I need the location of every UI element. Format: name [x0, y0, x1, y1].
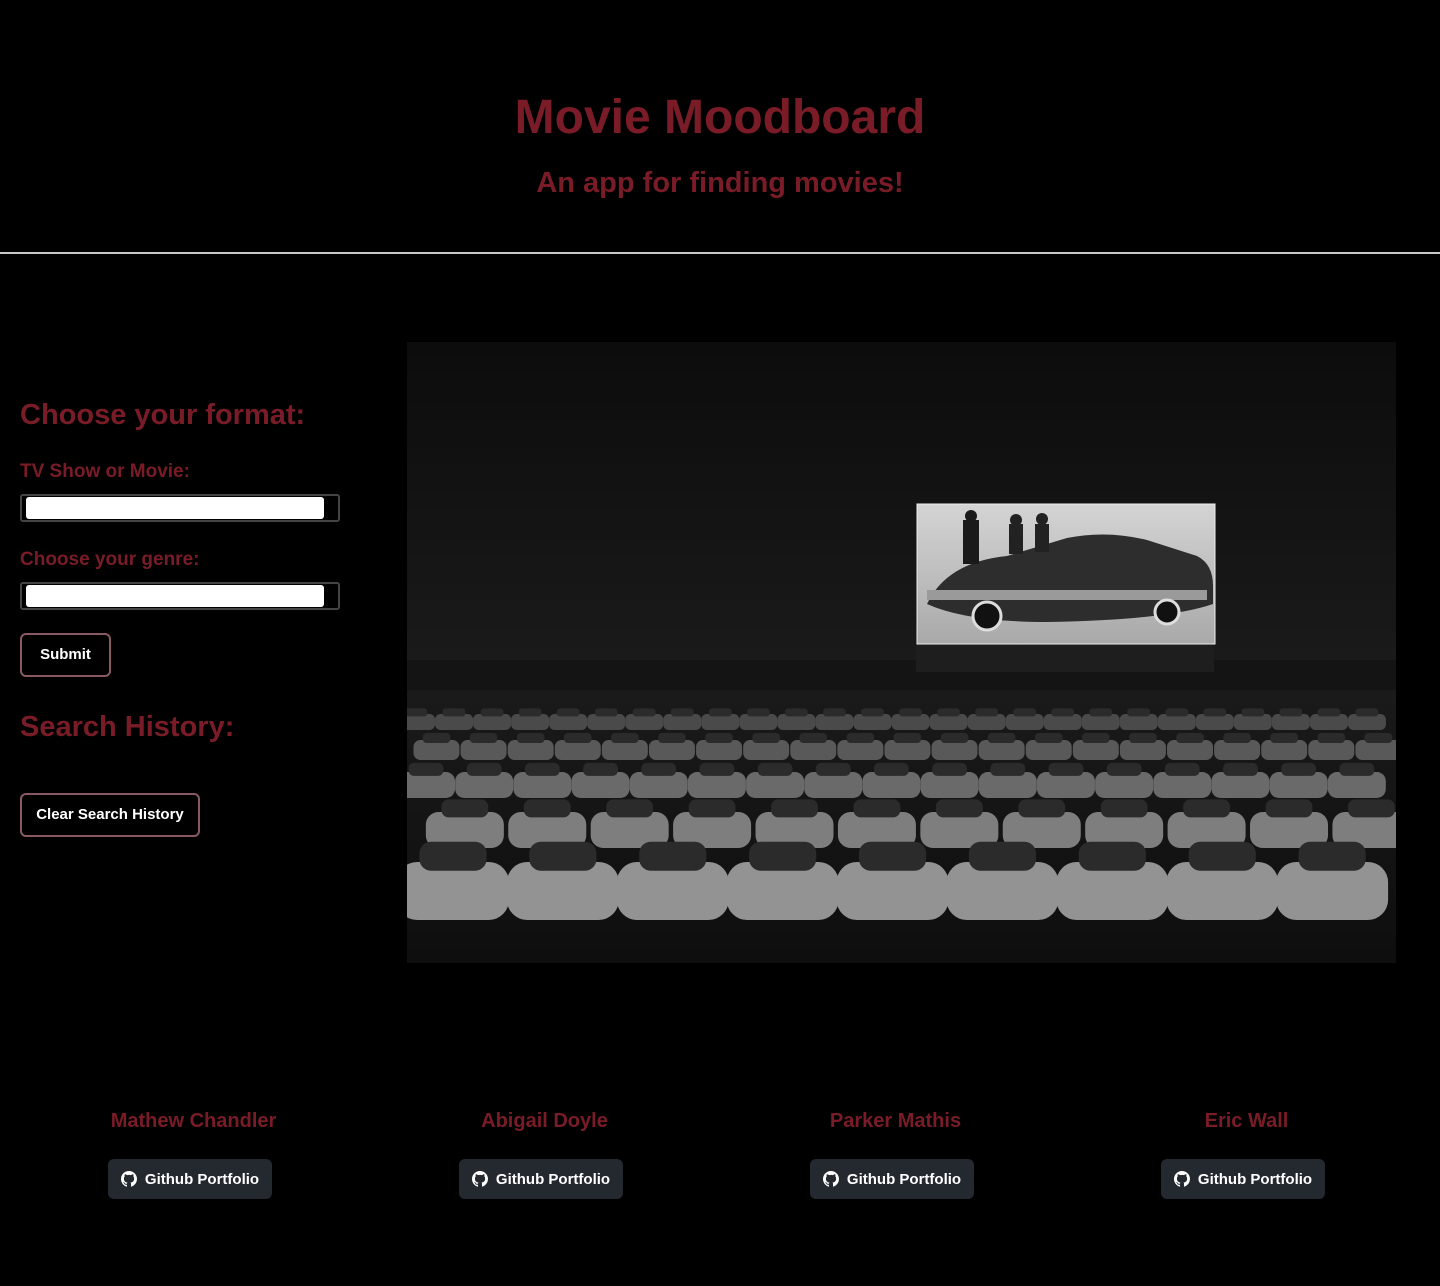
submit-button[interactable]: Submit — [20, 633, 111, 677]
team-footer: Mathew Chandler Github Portfolio Abigail… — [0, 1105, 1440, 1215]
github-icon — [1173, 1171, 1190, 1187]
github-icon — [471, 1171, 488, 1187]
page-header: Movie Moodboard An app for finding movie… — [0, 0, 1440, 252]
github-portfolio-label: Github Portfolio — [1197, 1170, 1313, 1188]
team-member: Parker Mathis — [720, 1105, 1071, 1137]
page-subtitle: An app for finding movies! — [536, 167, 904, 199]
team-member: Mathew Chandler — [18, 1105, 369, 1137]
format-input[interactable] — [26, 497, 324, 519]
genre-input-frame — [20, 582, 340, 610]
drive-in-theater-photo — [407, 342, 1396, 963]
member-name: Abigail Doyle — [481, 1110, 608, 1132]
page-title: Movie Moodboard — [514, 91, 926, 144]
search-history-heading: Search History: — [20, 711, 235, 743]
drive-in-theater-image — [407, 342, 1396, 963]
genre-input[interactable] — [26, 585, 324, 607]
github-portfolio-button[interactable]: Github Portfolio — [810, 1159, 974, 1199]
github-portfolio-label: Github Portfolio — [495, 1170, 611, 1188]
format-label: TV Show or Movie: — [20, 461, 190, 482]
github-portfolio-label: Github Portfolio — [144, 1170, 260, 1188]
member-name: Eric Wall — [1204, 1110, 1289, 1132]
format-input-frame — [20, 494, 340, 522]
github-icon — [822, 1171, 839, 1187]
github-icon — [120, 1171, 137, 1187]
github-portfolio-button[interactable]: Github Portfolio — [459, 1159, 623, 1199]
team-member: Eric Wall — [1071, 1105, 1422, 1137]
member-name: Mathew Chandler — [110, 1110, 277, 1132]
github-portfolio-label: Github Portfolio — [846, 1170, 962, 1188]
github-portfolio-button[interactable]: Github Portfolio — [108, 1159, 272, 1199]
format-heading: Choose your format: — [20, 399, 306, 431]
github-portfolio-button[interactable]: Github Portfolio — [1161, 1159, 1325, 1199]
search-form: Choose your format: TV Show or Movie: Ch… — [20, 395, 360, 837]
team-member: Abigail Doyle — [369, 1105, 720, 1137]
header-divider — [0, 252, 1440, 254]
member-name: Parker Mathis — [829, 1110, 962, 1132]
genre-label: Choose your genre: — [20, 549, 200, 570]
clear-history-button[interactable]: Clear Search History — [20, 793, 200, 837]
